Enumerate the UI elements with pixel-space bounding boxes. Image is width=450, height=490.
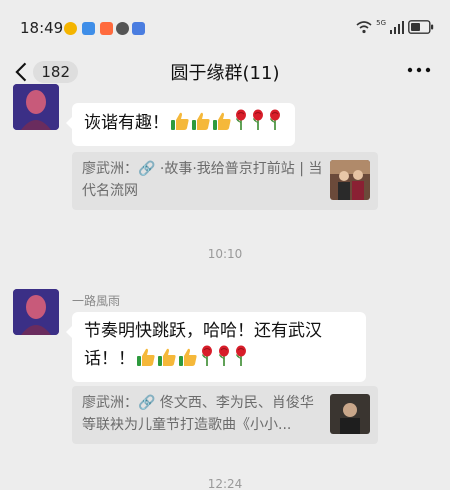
thumbs-up-emoji: [157, 347, 177, 376]
status-time: 18:49: [20, 19, 64, 37]
rose-emoji: [250, 109, 266, 140]
notification-app-icon: [64, 22, 77, 35]
quoted-message[interactable]: 廖武洲：🔗 ·故事·我给普京打前站 | 当代名流网: [72, 152, 378, 210]
notification-app-icon: [82, 22, 95, 35]
notification-app-icon: [132, 22, 145, 35]
thumbs-up-emoji: [178, 347, 198, 376]
quote-text: 廖武洲：🔗 ·故事·我给普京打前站 | 当代名流网: [82, 161, 323, 199]
message-text: 诙谐有趣！: [84, 113, 169, 133]
message-bubble[interactable]: 节奏明快跳跃，哈哈！还有武汉话！！: [66, 312, 366, 382]
thumbs-up-emoji: [136, 347, 156, 376]
notification-app-icon: [100, 22, 113, 35]
sender-name: 一路風雨: [72, 294, 121, 308]
rose-emoji: [233, 109, 249, 140]
status-indicators: 5G: [356, 19, 434, 34]
thumbs-up-emoji: [170, 111, 190, 140]
battery-icon: [408, 20, 434, 34]
quote-thumbnail: [330, 394, 370, 434]
signal-icon: [390, 20, 404, 34]
emoji-row: [135, 345, 249, 369]
wifi-icon: [356, 20, 372, 33]
thumbs-up-emoji: [191, 111, 211, 140]
rose-emoji: [267, 109, 283, 140]
chat-bubble-icon: [116, 22, 129, 35]
more-options-icon[interactable]: [406, 60, 432, 80]
status-bar: 18:49 5G: [0, 0, 450, 46]
quote-text: 廖武洲：🔗 佟文西、李为民、肖俊华等联袂为儿童节打造歌曲《小小...: [82, 395, 314, 433]
avatar[interactable]: [13, 289, 59, 335]
rose-emoji: [233, 345, 249, 376]
timestamp: 12:24: [207, 477, 243, 490]
quote-thumbnail: [330, 160, 370, 200]
thumbs-up-emoji: [212, 111, 232, 140]
rose-emoji: [216, 345, 232, 376]
rose-emoji: [199, 345, 215, 376]
chat-header: 182 圆于缘群(11): [0, 46, 450, 96]
network-type: 5G: [376, 19, 386, 27]
avatar[interactable]: [13, 84, 59, 130]
timestamp: 10:10: [207, 247, 243, 261]
message-bubble[interactable]: 诙谐有趣！: [66, 103, 295, 146]
quoted-message[interactable]: 廖武洲：🔗 佟文西、李为民、肖俊华等联袂为儿童节打造歌曲《小小...: [72, 386, 378, 444]
emoji-row: [169, 109, 283, 133]
chat-title: 圆于缘群(11): [170, 63, 280, 84]
